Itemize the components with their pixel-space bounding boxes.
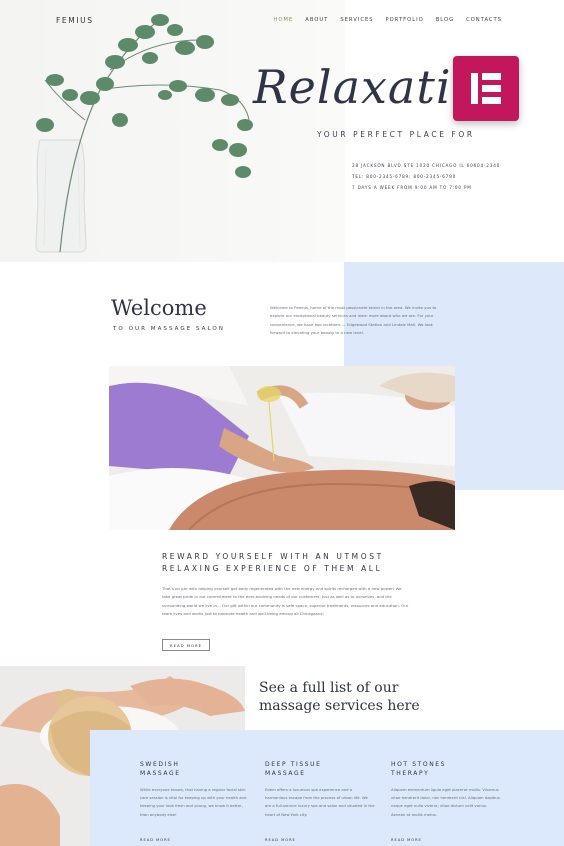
service-title: HOT STONES THERAPY [391, 760, 501, 778]
nav-item-contacts[interactable]: CONTACTS [466, 17, 502, 23]
brand-logo[interactable]: FEMIUS [56, 16, 94, 25]
service-text: Aliquam elementum ligula eget placerat m… [391, 787, 500, 817]
service-title-line2: THERAPY [391, 770, 430, 777]
nav-item-about[interactable]: ABOUT [305, 17, 328, 23]
elementor-icon [453, 56, 519, 121]
service-read-more-link[interactable]: READ MORE [140, 838, 171, 842]
service-title: SWEDISH MASSAGE [140, 760, 250, 778]
hero-phone: TEL: 800-2345-6789; 800-2345-6790 [352, 174, 457, 179]
nav-item-blog[interactable]: BLOG [436, 17, 454, 23]
main-nav: HOME ABOUT SERVICES PORTFOLIO BLOG CONTA… [274, 17, 502, 23]
reward-title-line2: RELAXING EXPERIENCE OF THEM ALL [162, 564, 383, 573]
welcome-title: Welcome [111, 296, 207, 320]
service-text: Edem offers a luxurious spa experience a… [265, 787, 375, 817]
service-title-line1: HOT STONES [391, 761, 447, 768]
nav-item-home[interactable]: HOME [274, 17, 294, 23]
service-title-line1: DEEP TISSUE [265, 761, 322, 768]
services-heading-line1: See a full list of our [259, 680, 399, 696]
eucalyptus-illustration [35, 14, 253, 253]
reward-title: REWARD YOURSELF WITH AN UTMOST RELAXING … [162, 551, 384, 575]
service-text: While everyone knows, that having a regu… [140, 787, 247, 817]
welcome-text: Welcome to Femius, home of the most pass… [270, 305, 437, 336]
service-read-more-link[interactable]: READ MORE [391, 838, 422, 842]
service-read-more-link[interactable]: READ MORE [265, 838, 296, 842]
service-card-deep-tissue: DEEP TISSUE MASSAGE Edem offers a luxuri… [265, 760, 375, 819]
services-heading: See a full list of our massage services … [259, 679, 459, 715]
nav-item-portfolio[interactable]: PORTFOLIO [386, 17, 424, 23]
service-title-line2: MASSAGE [140, 770, 181, 777]
service-card-hot-stones: HOT STONES THERAPY Aliquam elementum lig… [391, 760, 501, 819]
hero-section: FEMIUS HOME ABOUT SERVICES PORTFOLIO BLO… [0, 0, 564, 262]
eucalyptus-vase-photo [0, 0, 345, 262]
service-title-line2: MASSAGE [265, 770, 306, 777]
hero-address: 28 JACKSON BLVD STE 1020 CHICAGO IL 6060… [352, 163, 501, 168]
welcome-subtitle: TO OUR MASSAGE SALON [113, 326, 225, 332]
service-title: DEEP TISSUE MASSAGE [265, 760, 375, 778]
hero-hours: 7 DAYS A WEEK FROM 9:00 AM TO 7:00 PM [352, 185, 472, 190]
reward-title-line1: REWARD YOURSELF WITH AN UTMOST [162, 552, 384, 561]
read-more-button[interactable]: READ MORE [162, 639, 210, 651]
hero-subtitle: YOUR PERFECT PLACE FOR [317, 130, 475, 139]
nav-item-services[interactable]: SERVICES [340, 17, 373, 23]
service-card-swedish: SWEDISH MASSAGE While everyone knows, th… [140, 760, 250, 819]
service-title-line1: SWEDISH [140, 761, 180, 768]
reward-text: That's on par with helping yourself get … [162, 586, 409, 617]
massage-oil-photo [109, 366, 455, 530]
hero-title: Relaxatio [253, 60, 481, 114]
services-heading-line2: massage services here [259, 698, 420, 714]
